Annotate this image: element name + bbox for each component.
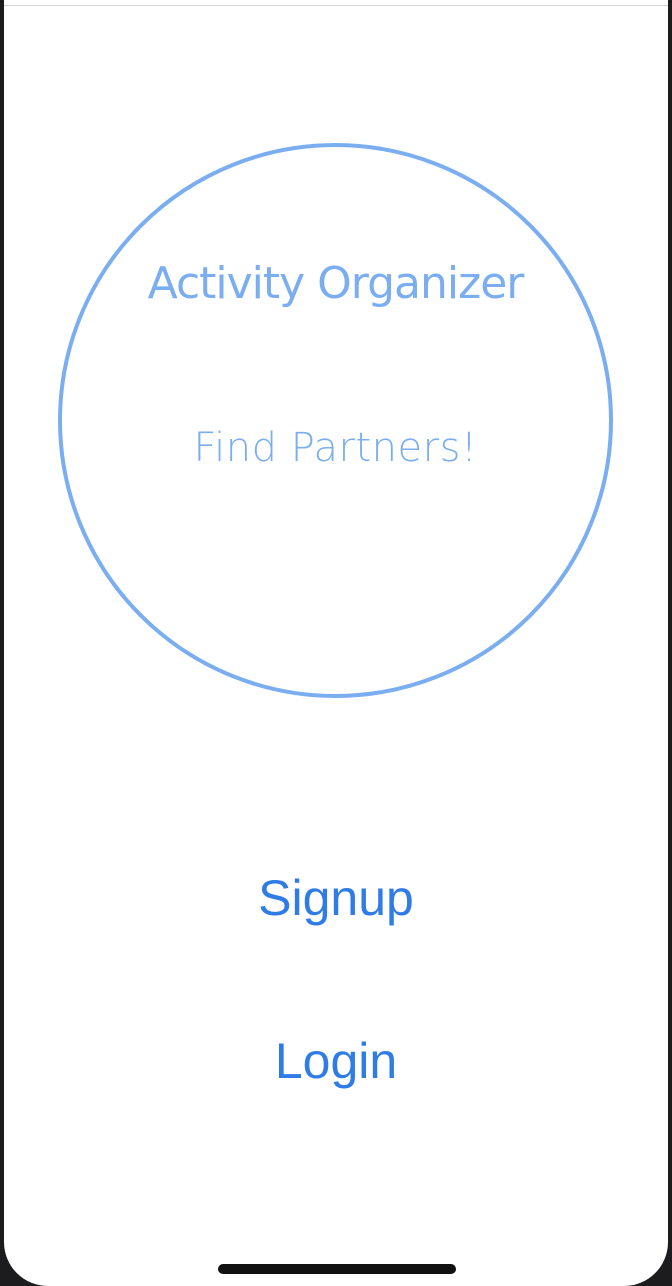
- app-tagline: Find Partners!: [193, 425, 478, 471]
- top-divider: [4, 5, 668, 6]
- app-screen: Activity Organizer Find Partners! Signup…: [4, 0, 668, 1286]
- app-title: Activity Organizer: [147, 258, 525, 309]
- device-frame: Activity Organizer Find Partners! Signup…: [0, 0, 672, 1286]
- signup-button[interactable]: Signup: [186, 858, 486, 938]
- home-indicator[interactable]: [218, 1264, 456, 1274]
- login-button[interactable]: Login: [186, 1021, 486, 1101]
